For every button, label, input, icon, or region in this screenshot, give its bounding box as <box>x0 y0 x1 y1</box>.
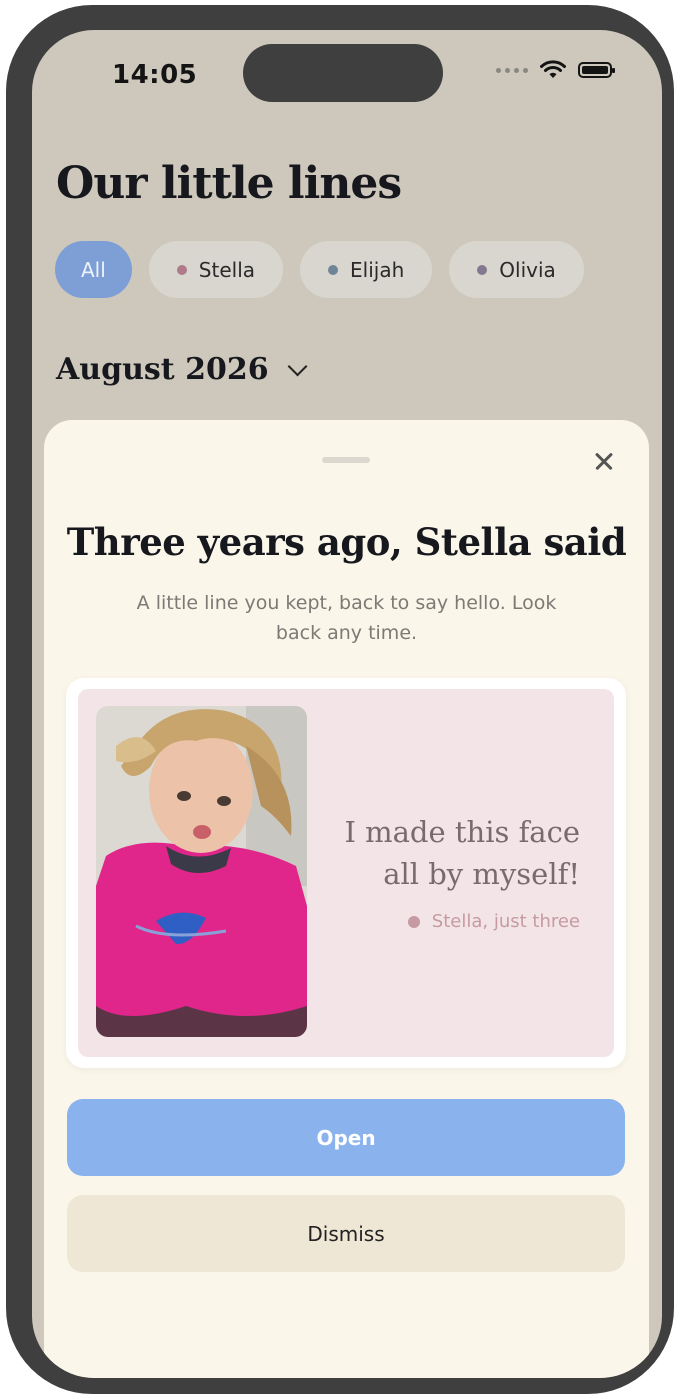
month-label: August 2026 <box>56 352 269 387</box>
filter-chip-all[interactable]: All <box>55 241 132 298</box>
dynamic-island <box>243 44 443 102</box>
filter-chip-elijah[interactable]: Elijah <box>300 241 433 298</box>
olivia-dot <box>477 264 488 275</box>
signal-icon <box>496 67 528 73</box>
memory-quote: I made this face all by myself! <box>344 815 580 891</box>
filter-chip-stella[interactable]: Stella <box>148 241 284 298</box>
filter-chips: All Stella Elijah Olivia <box>55 241 584 298</box>
chevron-down-icon <box>287 356 308 376</box>
memory-card[interactable]: I made this face all by myself! Stella, … <box>66 678 626 1068</box>
stella-dot <box>407 915 420 928</box>
filter-chip-label: All <box>81 257 106 282</box>
phone-frame: 14:05 Our little lines All Stella Elijah <box>6 5 674 1394</box>
filter-chip-label: Olivia <box>499 257 556 282</box>
stella-dot <box>176 264 187 275</box>
battery-icon <box>578 62 615 78</box>
close-icon[interactable] <box>590 447 618 475</box>
elijah-dot <box>328 264 339 275</box>
sheet-handle[interactable] <box>322 457 370 463</box>
memory-title: Three years ago, Stella said <box>66 520 627 564</box>
app-screen: 14:05 Our little lines All Stella Elijah <box>32 30 662 1378</box>
filter-chip-label: Stella <box>198 257 256 282</box>
page-title: Our little lines <box>56 158 402 209</box>
status-icons <box>496 60 615 80</box>
child-photo <box>96 706 307 1037</box>
open-button[interactable]: Open <box>67 1099 625 1176</box>
filter-chip-label: Elijah <box>350 257 405 282</box>
wifi-icon <box>540 60 566 78</box>
memory-sheet: Three years ago, Stella said A little li… <box>44 420 649 1378</box>
memory-attribution: Stella, just three <box>407 911 580 932</box>
status-time: 14:05 <box>112 60 198 90</box>
memory-card-inner: I made this face all by myself! Stella, … <box>78 689 614 1057</box>
month-selector[interactable]: August 2026 <box>56 352 308 387</box>
attribution-label: Stella, just three <box>431 911 580 932</box>
dismiss-button[interactable]: Dismiss <box>67 1195 625 1272</box>
filter-chip-olivia[interactable]: Olivia <box>449 241 584 298</box>
memory-subtitle: A little line you kept, back to say hell… <box>136 592 557 644</box>
